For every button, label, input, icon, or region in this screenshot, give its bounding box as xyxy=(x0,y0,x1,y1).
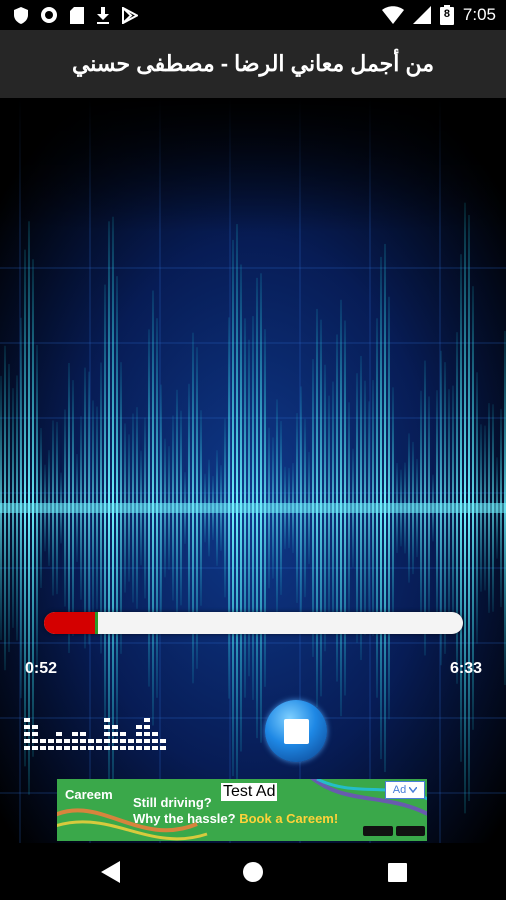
equalizer-segment xyxy=(144,739,150,743)
download-icon xyxy=(97,6,109,24)
app-store-badges xyxy=(363,826,425,836)
equalizer-segment xyxy=(104,739,110,743)
equalizer-segment xyxy=(88,746,94,750)
back-icon xyxy=(101,861,120,883)
equalizer-segment xyxy=(152,746,158,750)
recents-button[interactable] xyxy=(384,859,410,885)
stop-icon xyxy=(283,718,309,744)
home-button[interactable] xyxy=(240,859,266,885)
equalizer-segment xyxy=(40,746,46,750)
equalizer-icon xyxy=(24,718,166,750)
seek-bar-fill xyxy=(44,612,99,634)
equalizer-segment xyxy=(112,725,118,729)
equalizer-segment xyxy=(96,746,102,750)
equalizer-segment xyxy=(120,746,126,750)
equalizer-segment xyxy=(144,732,150,736)
navigation-bar xyxy=(0,843,506,900)
battery-icon: 8 xyxy=(439,5,454,25)
equalizer-segment xyxy=(80,746,86,750)
equalizer-segment xyxy=(32,739,38,743)
signal-icon xyxy=(412,6,431,24)
equalizer-segment xyxy=(128,739,134,743)
equalizer-segment xyxy=(104,746,110,750)
equalizer-segment xyxy=(24,739,30,743)
total-time: 6:33 xyxy=(449,660,482,677)
equalizer-segment xyxy=(160,746,166,750)
equalizer-segment xyxy=(48,739,54,743)
status-left-icons xyxy=(14,6,138,24)
equalizer-segment xyxy=(72,732,78,736)
equalizer-segment xyxy=(72,746,78,750)
equalizer-segment xyxy=(120,732,126,736)
equalizer-segment xyxy=(104,725,110,729)
equalizer-segment xyxy=(24,718,30,722)
seek-bar[interactable] xyxy=(44,612,463,634)
equalizer-segment xyxy=(144,725,150,729)
equalizer-segment xyxy=(136,739,142,743)
equalizer-segment xyxy=(32,732,38,736)
wifi-icon xyxy=(381,6,404,24)
equalizer-segment xyxy=(56,746,62,750)
equalizer-segment xyxy=(152,732,158,736)
status-bar: 8 7:05 xyxy=(0,0,506,30)
ad-choices-badge[interactable]: Ad xyxy=(385,781,425,799)
ad-badge-label: Ad xyxy=(392,784,407,796)
ad-brand: Careem xyxy=(65,787,113,802)
equalizer-segment xyxy=(40,739,46,743)
equalizer-segment xyxy=(80,739,86,743)
battery-level: 8 xyxy=(443,8,451,20)
elapsed-time: 0:52 xyxy=(25,660,58,677)
sd-card-icon xyxy=(70,6,84,24)
equalizer-segment xyxy=(56,732,62,736)
status-right-icons: 8 7:05 xyxy=(381,5,496,25)
google-play-badge xyxy=(395,826,425,836)
equalizer-segment xyxy=(64,746,70,750)
equalizer-segment xyxy=(144,718,150,722)
equalizer-segment xyxy=(64,739,70,743)
home-icon xyxy=(243,862,263,882)
equalizer-segment xyxy=(152,739,158,743)
equalizer-segment xyxy=(136,746,142,750)
equalizer-segment xyxy=(80,732,86,736)
equalizer-segment xyxy=(72,739,78,743)
ad-line2: Why the hassle? Book a Careem! xyxy=(133,811,338,826)
equalizer-segment xyxy=(24,746,30,750)
equalizer-segment xyxy=(104,718,110,722)
equalizer-segment xyxy=(144,746,150,750)
ad-cta[interactable]: Book a Careem! xyxy=(239,811,338,826)
equalizer-segment xyxy=(112,746,118,750)
circle-icon xyxy=(41,7,57,23)
equalizer-segment xyxy=(56,739,62,743)
equalizer-segment xyxy=(136,725,142,729)
ad-line1: Still driving? xyxy=(133,795,212,810)
recents-icon xyxy=(387,862,407,882)
equalizer-segment xyxy=(88,739,94,743)
stop-button[interactable] xyxy=(265,700,327,762)
app-store-badge xyxy=(363,826,393,836)
equalizer-segment xyxy=(104,732,110,736)
equalizer-segment xyxy=(112,732,118,736)
back-button[interactable] xyxy=(98,859,124,885)
equalizer-segment xyxy=(112,739,118,743)
equalizer-segment xyxy=(120,739,126,743)
equalizer-segment xyxy=(160,739,166,743)
equalizer-segment xyxy=(136,732,142,736)
status-time: 7:05 xyxy=(462,5,496,24)
ad-line2-prefix: Why the hassle? xyxy=(133,811,236,826)
page-title: من أجمل معاني الرضا - مصطفى حسني xyxy=(71,51,435,76)
ad-banner[interactable]: Careem Still driving? Why the hassle? Bo… xyxy=(57,779,427,841)
equalizer-segment xyxy=(24,732,30,736)
test-ad-label: Test Ad xyxy=(221,783,278,801)
equalizer-segment xyxy=(128,746,134,750)
equalizer-segment xyxy=(24,725,30,729)
shield-icon xyxy=(14,6,28,24)
equalizer-segment xyxy=(48,746,54,750)
title-bar: من أجمل معاني الرضا - مصطفى حسني xyxy=(0,30,506,98)
play-store-icon xyxy=(122,6,138,24)
equalizer-segment xyxy=(32,725,38,729)
equalizer-segment xyxy=(96,739,102,743)
equalizer-segment xyxy=(32,746,38,750)
chevron-down-icon xyxy=(409,787,418,793)
